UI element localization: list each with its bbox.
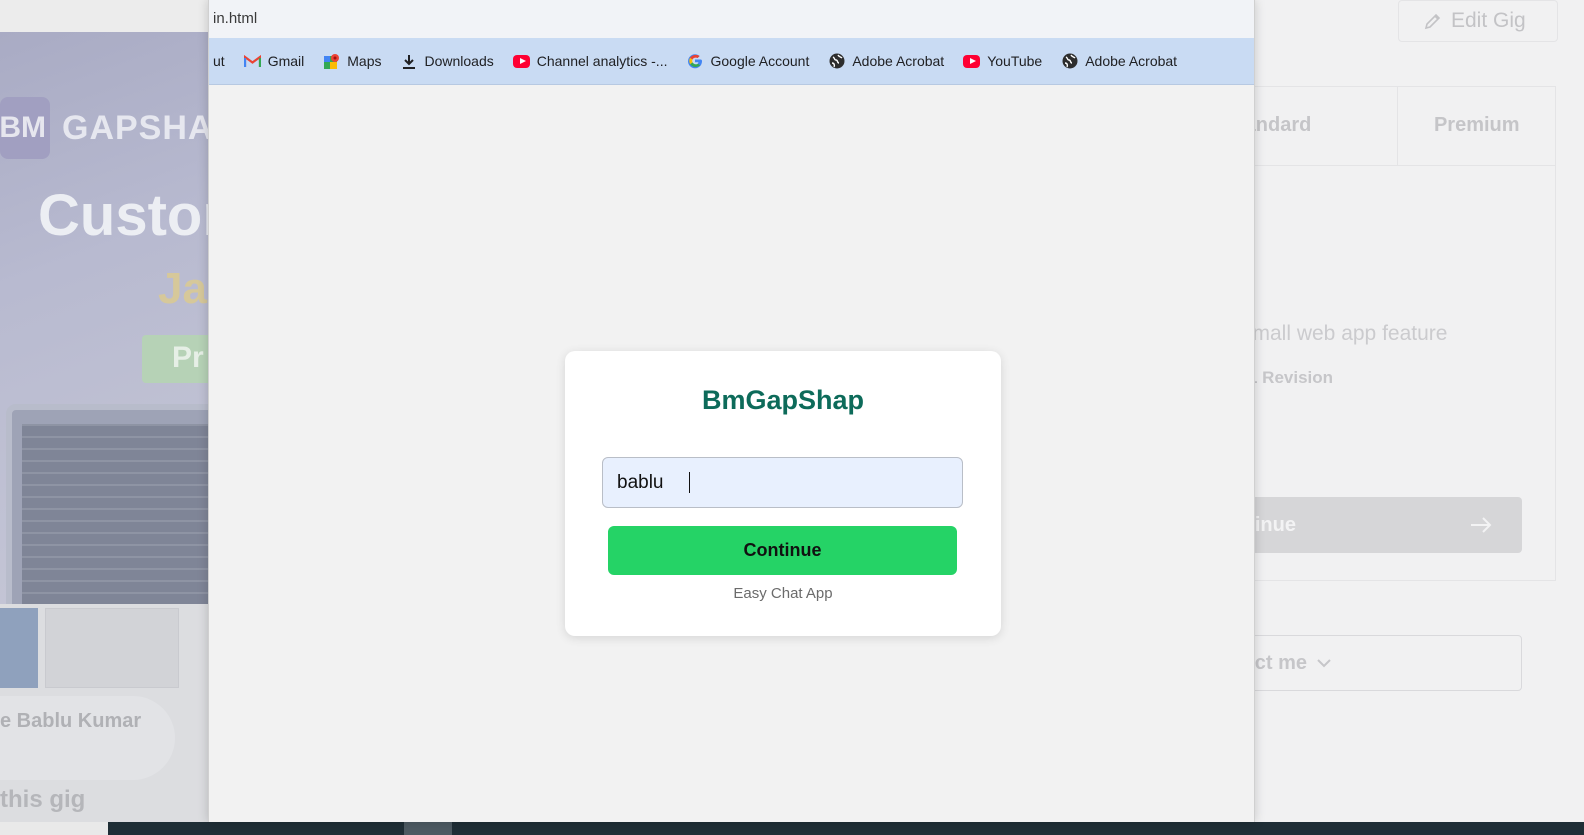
arrow-right-icon (1471, 517, 1492, 533)
app-tagline: Easy Chat App (733, 585, 833, 602)
bookmark-downloads[interactable]: Downloads (400, 47, 494, 75)
maps-icon (323, 53, 340, 70)
bookmark-google-account[interactable]: Google Account (686, 47, 809, 75)
bookmark-maps[interactable]: Maps (323, 47, 381, 75)
brand-text: GAPSHAP (62, 108, 210, 147)
name-input[interactable] (602, 457, 963, 508)
background-top-strip (0, 0, 210, 32)
bookmark-label: Gmail (267, 53, 305, 69)
bookmark-label: Google Account (710, 53, 810, 69)
seller-contact-pill[interactable]: e Bablu Kumar (0, 696, 175, 780)
bookmark-item[interactable]: ut (213, 47, 225, 75)
gallery-thumbnail[interactable] (0, 608, 38, 688)
contact-me-label: tact me (1246, 651, 1308, 674)
bookmark-channel-analytics[interactable]: Channel analytics -... (512, 47, 668, 75)
edit-gig-label: Edit Gig (1451, 9, 1526, 32)
globe-icon (828, 53, 845, 70)
edit-gig-button[interactable]: Edit Gig (1398, 0, 1558, 42)
bookmark-adobe-acrobat[interactable]: Adobe Acrobat (828, 47, 944, 75)
bookmark-youtube[interactable]: YouTube (963, 47, 1042, 75)
tab-premium[interactable]: Premium (1398, 86, 1557, 165)
youtube-icon (963, 53, 981, 70)
pencil-icon (1424, 13, 1441, 30)
url-text[interactable]: in.html (213, 10, 257, 27)
gig-subline: Ja (158, 264, 207, 313)
bookmark-adobe-acrobat[interactable]: Adobe Acrobat (1061, 47, 1177, 75)
globe-icon (1061, 53, 1078, 70)
gig-brand: BM GAPSHAP (0, 97, 210, 159)
gmail-icon (243, 53, 261, 70)
package-description: small web app feature (1246, 322, 1448, 345)
bookmark-label: Adobe Acrobat (1085, 53, 1178, 69)
laptop-illustration (6, 404, 210, 604)
bookmark-gmail[interactable]: Gmail (243, 47, 305, 75)
google-icon (686, 53, 703, 70)
gig-cover-image[interactable]: BM GAPSHAP Custom Ja Pr (0, 32, 210, 604)
browser-window: in.html ut Gmail Maps Downloads Channel … (208, 0, 1255, 822)
taskbar (0, 822, 1584, 835)
background-page-left: BM GAPSHAP Custom Ja Pr e Bablu Kumar th… (0, 0, 210, 835)
tab-standard[interactable]: tandard (1246, 86, 1398, 165)
bookmark-label: Maps (347, 53, 382, 69)
contact-me-button[interactable]: tact me (1246, 635, 1522, 691)
section-heading: this gig (0, 786, 86, 813)
background-page-right: Edit Gig tandard Premium small web app f… (1246, 0, 1584, 822)
download-icon (400, 53, 417, 70)
youtube-icon (512, 53, 530, 70)
taskbar-start-area[interactable] (0, 822, 108, 835)
bookmark-label: ut (213, 53, 225, 69)
bookmark-label: YouTube (987, 53, 1043, 69)
gig-headline: Custom (38, 183, 210, 248)
gallery-thumbnail[interactable] (45, 608, 179, 688)
gig-pill: Pr (142, 335, 210, 383)
bookmark-label: Channel analytics -... (536, 53, 668, 69)
chevron-down-icon (1317, 659, 1331, 668)
package-continue-button[interactable]: ntinue (1246, 497, 1522, 553)
app-title: BmGapShap (701, 385, 865, 415)
package-tabs: tandard Premium (1246, 86, 1556, 166)
bookmarks-bar: ut Gmail Maps Downloads Channel analytic… (209, 38, 1254, 85)
package-revision: 1 Revision (1248, 368, 1334, 387)
text-caret (689, 472, 690, 493)
taskbar-app-item[interactable] (404, 822, 452, 835)
login-card: BmGapShap Continue Easy Chat App (565, 351, 1001, 636)
laptop-screen (22, 424, 210, 604)
brand-badge: BM (0, 97, 50, 159)
bookmark-label: Adobe Acrobat (852, 53, 945, 69)
bookmark-label: Downloads (424, 53, 494, 69)
address-bar[interactable]: in.html (209, 0, 1254, 38)
continue-button[interactable]: Continue (608, 526, 957, 575)
